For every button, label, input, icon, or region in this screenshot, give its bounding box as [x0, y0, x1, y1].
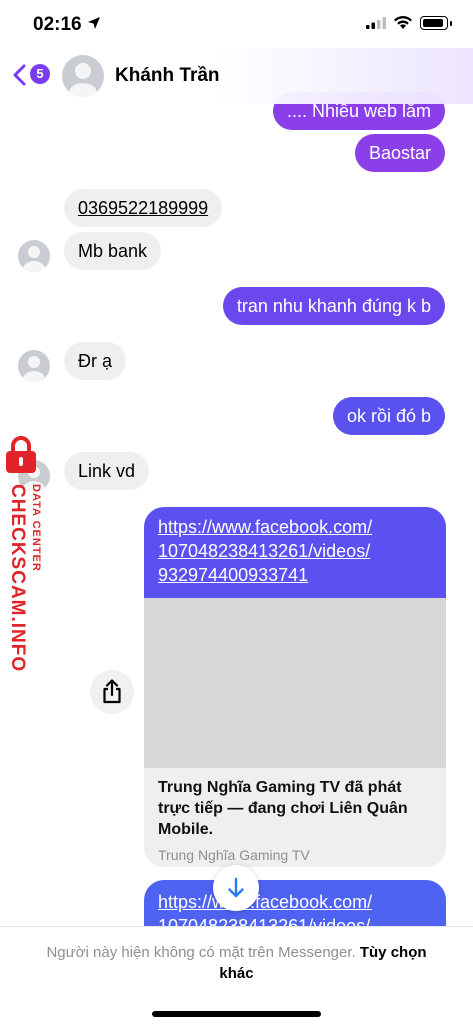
link-title: Trung Nghĩa Gaming TV đã phát trực tiếp … [158, 779, 408, 838]
conversation-header: 5 Khánh Trần [0, 48, 473, 104]
link-preview-card[interactable]: https://www.facebook.com/ 10704823841326… [144, 507, 446, 867]
lock-icon [6, 436, 36, 473]
outgoing-message[interactable]: Baostar [354, 134, 445, 172]
location-arrow-icon [88, 17, 100, 29]
incoming-message[interactable]: Mb bank [64, 232, 162, 270]
incoming-message[interactable]: 0369522189999 [64, 189, 223, 227]
person-icon [69, 63, 97, 97]
watermark: CHECKSCAM.INFO DATA CENTER [2, 436, 62, 672]
unread-badge[interactable]: 5 [30, 64, 50, 84]
share-icon [103, 679, 121, 704]
signal-icon [366, 17, 386, 29]
footer: Người này hiện không có mặt trên Messeng… [0, 926, 473, 1024]
watermark-subtext: DATA CENTER [30, 484, 42, 572]
status-time: 02:16 [33, 14, 82, 35]
avatar [18, 350, 50, 382]
contact-name[interactable]: Khánh Trần [115, 65, 220, 87]
footer-notice: Người này hiện không có mặt trên Messeng… [40, 942, 433, 984]
incoming-message[interactable]: Link vd [64, 452, 150, 490]
avatar[interactable] [62, 55, 104, 97]
link-url-line: https://www.facebook.com/ [158, 892, 373, 912]
link-preview-image[interactable] [144, 598, 446, 768]
outgoing-message[interactable]: ok rồi đó b [332, 397, 445, 435]
unavailable-notice: Người này hiện không có mặt trên Messeng… [46, 944, 356, 961]
scroll-to-bottom-button[interactable] [213, 865, 259, 911]
chevron-left-icon[interactable] [12, 64, 26, 86]
person-icon [23, 356, 45, 382]
watermark-text: CHECKSCAM.INFO [7, 484, 28, 673]
avatar [18, 240, 50, 272]
home-indicator[interactable] [152, 1011, 321, 1017]
link-url[interactable]: https://www.facebook.com/ 10704823841326… [144, 507, 446, 598]
arrow-down-icon [228, 877, 244, 898]
link-url-line: https://www.facebook.com/ [158, 517, 373, 537]
wifi-icon [394, 15, 412, 29]
battery-icon [420, 16, 452, 30]
status-bar: 02:16 [0, 0, 473, 50]
link-url-line: 932974400933741 [158, 565, 309, 585]
share-button[interactable] [90, 670, 134, 714]
incoming-message[interactable]: Đr ạ [64, 342, 127, 380]
person-icon [23, 246, 45, 272]
link-url-line: 107048238413261/videos/ [158, 541, 371, 561]
outgoing-message[interactable]: tran nhu khanh đúng k b [222, 287, 445, 325]
link-source: Trung Nghĩa Gaming TV [158, 847, 310, 863]
